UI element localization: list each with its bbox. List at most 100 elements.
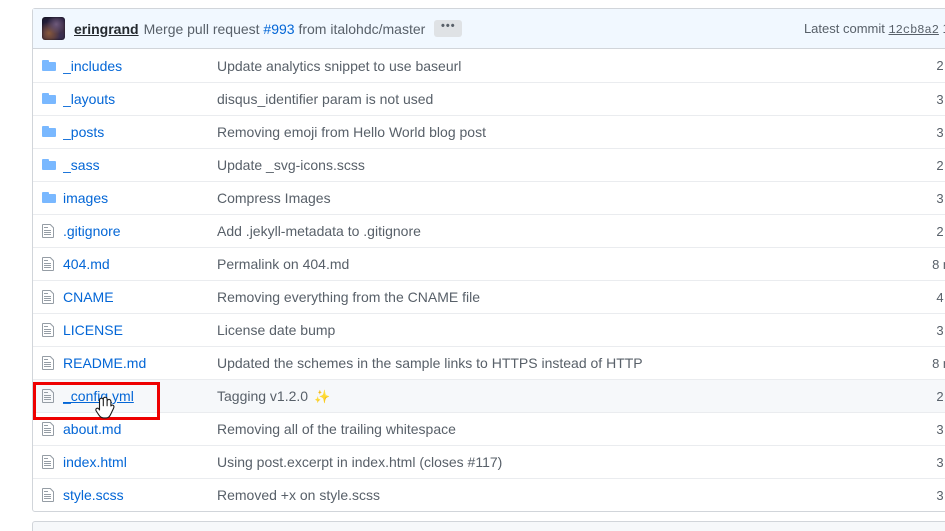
commit-author-link[interactable]: eringrand: [74, 21, 139, 37]
file-row[interactable]: _config.yml Tagging v1.2.0 ✨ 2 ye: [33, 379, 945, 412]
commit-sha-link[interactable]: 12cb8a2: [888, 23, 938, 37]
commit-message-text: License date bump: [217, 322, 336, 338]
file-link[interactable]: CNAME: [63, 289, 114, 305]
file-link[interactable]: README.md: [63, 355, 146, 371]
commit-age-cell: 3 ye: [936, 421, 945, 437]
commit-message-text: Update _svg-icons.scss: [217, 157, 365, 173]
screenshot-root: eringrand Merge pull request #993 from i…: [0, 0, 945, 531]
commit-message-cell: Tagging v1.2.0 ✨: [217, 388, 873, 405]
file-row[interactable]: _includes Update analytics snippet to use…: [33, 49, 945, 82]
file-name-cell: _layouts: [63, 91, 217, 107]
commit-message-cell: License date bump: [217, 322, 873, 338]
file-link[interactable]: style.scss: [63, 487, 124, 503]
file-link[interactable]: 404.md: [63, 256, 110, 272]
expand-commit-message-button[interactable]: •••: [434, 20, 463, 37]
file-link[interactable]: _includes: [63, 58, 122, 74]
commit-message-cell: Removing everything from the CNAME file: [217, 289, 873, 305]
folder-icon: [42, 91, 63, 107]
pull-request-link[interactable]: #993: [263, 21, 294, 37]
file-icon: [42, 323, 54, 337]
commit-message-text: disqus_identifier param is not used: [217, 91, 434, 107]
commit-message-text: Add .jekyll-metadata to .gitignore: [217, 223, 421, 239]
folder-icon: [42, 192, 56, 203]
commit-message-text: Tagging v1.2.0: [217, 387, 312, 404]
avatar: [42, 17, 65, 40]
commit-message-prefix: Merge pull request: [143, 20, 264, 37]
file-link[interactable]: .gitignore: [63, 223, 121, 239]
commit-message-suffix: from italohdc/master: [294, 20, 426, 37]
file-row[interactable]: _posts Removing emoji from Hello World bl…: [33, 115, 945, 148]
file-name-cell: _includes: [63, 58, 217, 74]
commit-age-cell: 8 mo: [932, 355, 945, 371]
file-link[interactable]: about.md: [63, 421, 121, 437]
commit-message-cell: Using post.excerpt in index.html (closes…: [217, 454, 873, 470]
commit-message-text: Removing all of the trailing whitespace: [217, 421, 456, 437]
commit-message-text: Updated the schemes in the sample links …: [217, 355, 643, 371]
file-icon: [42, 223, 63, 239]
commit-message: Merge pull request #993 from italohdc/ma…: [144, 21, 426, 37]
file-link[interactable]: _config.yml: [63, 388, 134, 404]
folder-icon: [42, 59, 56, 71]
file-row[interactable]: images Compress Images 3 ye: [33, 181, 945, 214]
commit-age-cell: 4 ye: [936, 289, 945, 305]
closes-keyword[interactable]: closes: [423, 454, 464, 470]
commit-age-cell: 2 ye: [936, 223, 945, 239]
commit-message-text-end: #117): [463, 454, 503, 470]
file-name-cell: .gitignore: [63, 223, 217, 239]
file-list: _includes Update analytics snippet to use…: [33, 49, 945, 511]
commit-message-cell: Update _svg-icons.scss: [217, 157, 873, 173]
commit-age-cell: 3 ye: [936, 454, 945, 470]
file-icon: [42, 289, 63, 305]
commit-message-cell: Permalink on 404.md: [217, 256, 873, 272]
file-name-cell: images: [63, 190, 217, 206]
folder-icon: [42, 157, 63, 173]
file-row[interactable]: _layouts disqus_identifier param is not u…: [33, 82, 945, 115]
file-row[interactable]: style.scss Removed +x on style.scss 3 ye: [33, 478, 945, 511]
file-row[interactable]: LICENSE License date bump 3 ye: [33, 313, 945, 346]
file-row[interactable]: 404.md Permalink on 404.md 8 mo: [33, 247, 945, 280]
commit-age-cell: 3 ye: [936, 91, 945, 107]
file-link[interactable]: _layouts: [63, 91, 115, 107]
latest-commit-header: eringrand Merge pull request #993 from i…: [33, 9, 945, 49]
folder-icon: [42, 126, 56, 137]
repository-file-listing: eringrand Merge pull request #993 from i…: [32, 8, 945, 512]
file-row[interactable]: .gitignore Add .jekyll-metadata to .gitig…: [33, 214, 945, 247]
file-row[interactable]: about.md Removing all of the trailing whi…: [33, 412, 945, 445]
file-name-cell: LICENSE: [63, 322, 217, 338]
file-link[interactable]: _sass: [63, 157, 100, 173]
folder-icon: [42, 190, 63, 206]
file-link[interactable]: _posts: [63, 124, 104, 140]
commit-message-cell: Removing all of the trailing whitespace: [217, 421, 873, 437]
file-link[interactable]: index.html: [63, 454, 127, 470]
commit-message-text: Removed +x on style.scss: [217, 487, 381, 503]
commit-age-cell: 3 ye: [936, 124, 945, 140]
file-name-cell: README.md: [63, 355, 217, 371]
file-icon: [42, 422, 54, 436]
file-row[interactable]: index.html Using post.excerpt in index.ht…: [33, 445, 945, 478]
commit-message-text: Compress Images: [217, 190, 331, 206]
file-icon: [42, 290, 54, 304]
folder-icon: [42, 58, 63, 74]
commit-message-text: Removing emoji from Hello World blog pos…: [217, 124, 486, 140]
commit-message-cell: Updated the schemes in the sample links …: [217, 355, 873, 371]
file-name-cell: _posts: [63, 124, 217, 140]
commit-age-cell: 3 ye: [936, 190, 945, 206]
file-icon: [42, 488, 54, 502]
folder-icon: [42, 124, 63, 140]
file-row[interactable]: README.md Updated the schemes in the samp…: [33, 346, 945, 379]
commit-message-cell: Compress Images: [217, 190, 873, 206]
file-icon: [42, 455, 54, 469]
sparkles-emoji-icon: ✨: [313, 388, 331, 404]
file-link[interactable]: images: [63, 190, 108, 206]
commit-message-cell: Removing emoji from Hello World blog pos…: [217, 124, 873, 140]
file-link[interactable]: LICENSE: [63, 322, 123, 338]
latest-commit-label: Latest commit: [803, 20, 885, 36]
file-row[interactable]: CNAME Removing everything from the CNAME …: [33, 280, 945, 313]
file-name-cell: _sass: [63, 157, 217, 173]
commit-message-text: Permalink on 404.md: [217, 256, 350, 272]
file-row[interactable]: _sass Update _svg-icons.scss 2 ye: [33, 148, 945, 181]
file-icon: [42, 356, 54, 370]
file-name-cell: 404.md: [63, 256, 217, 272]
file-icon: [42, 256, 63, 272]
commit-message-text: Update analytics snippet to use baseurl: [217, 57, 462, 74]
